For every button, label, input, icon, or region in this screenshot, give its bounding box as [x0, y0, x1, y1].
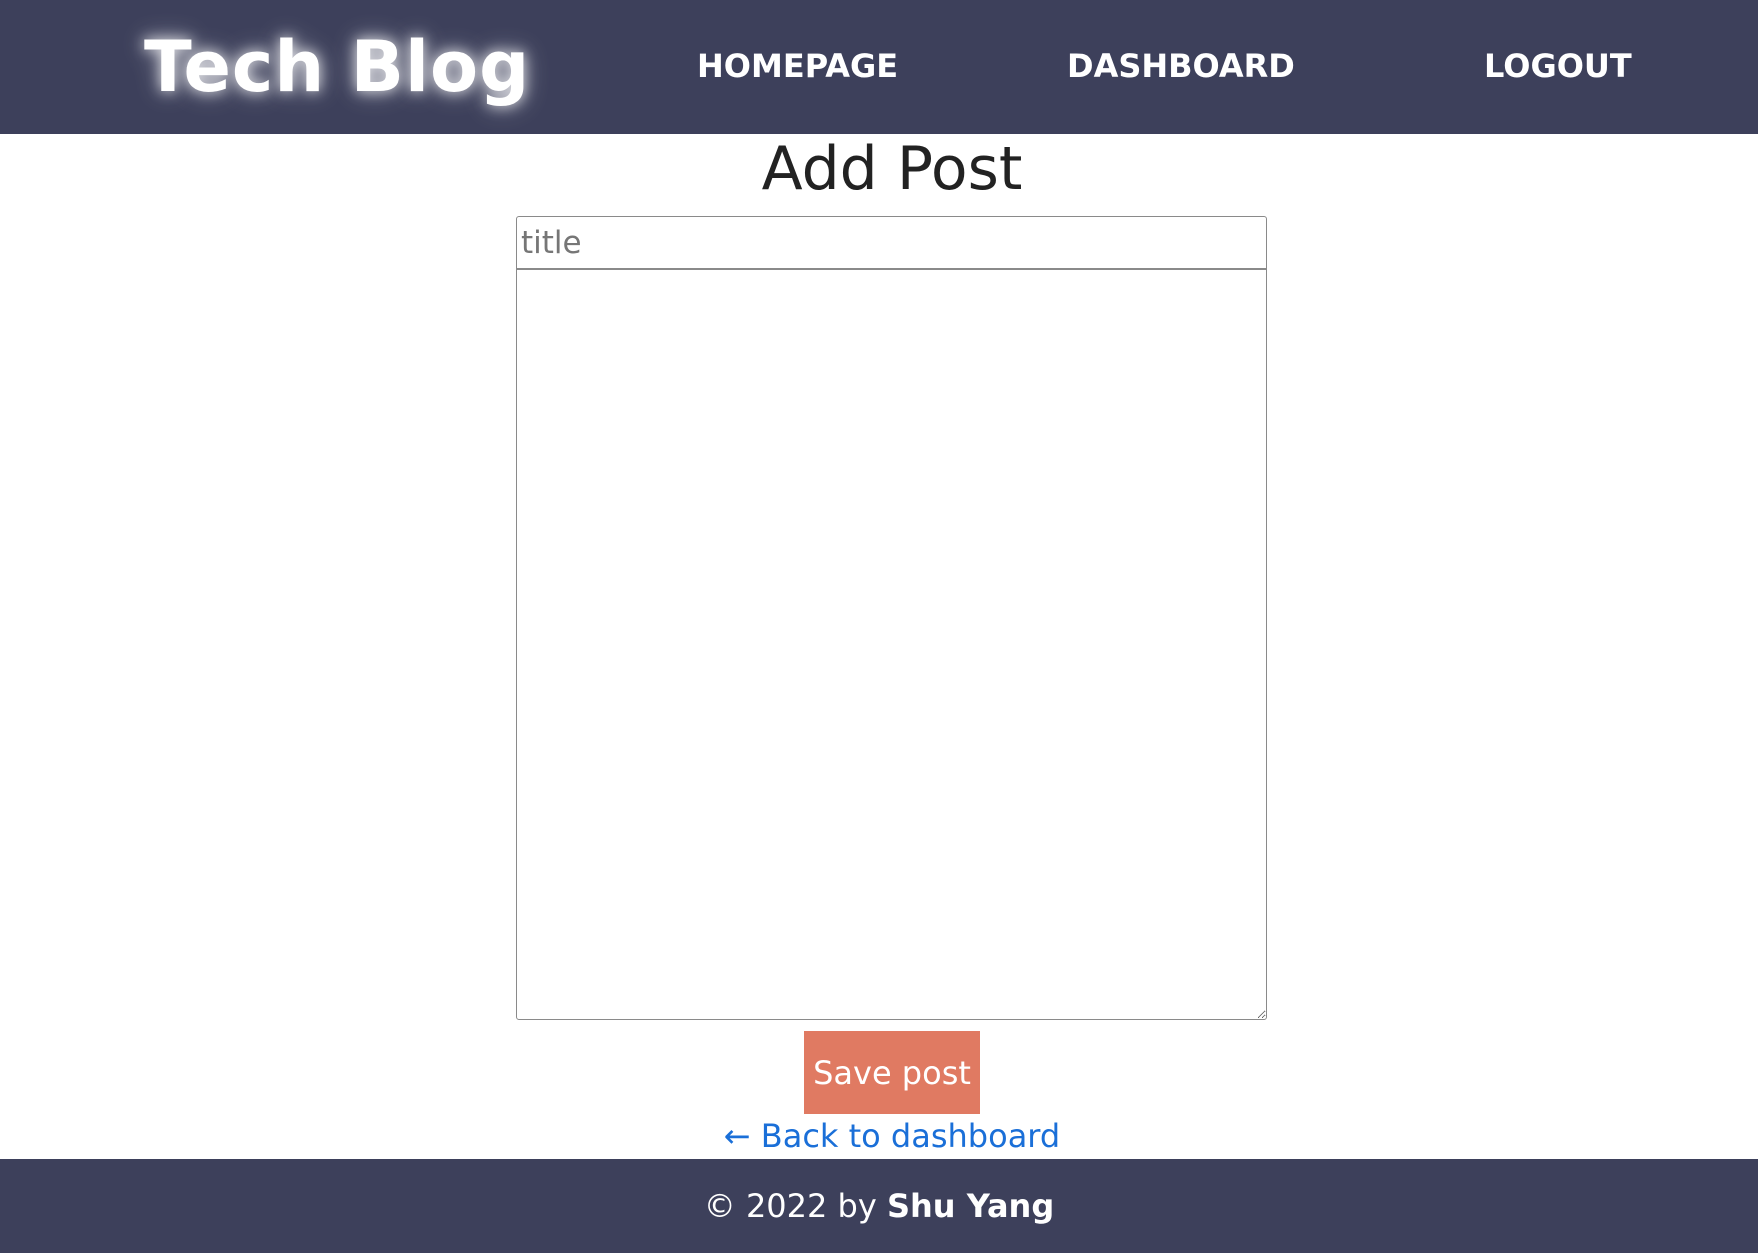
- footer-copyright: © 2022 by: [703, 1187, 887, 1225]
- nav-link-homepage[interactable]: HOMEPAGE: [697, 44, 898, 88]
- back-to-dashboard-link[interactable]: ← Back to dashboard: [0, 1115, 1758, 1157]
- post-body-textarea[interactable]: [516, 269, 1267, 1020]
- post-title-input[interactable]: [516, 216, 1267, 269]
- navbar: Tech Blog HOMEPAGE DASHBOARD LOGOUT: [0, 0, 1758, 134]
- save-post-button[interactable]: Save post: [804, 1031, 980, 1114]
- nav-link-logout[interactable]: LOGOUT: [1484, 44, 1632, 88]
- page-title: Add Post: [761, 134, 1023, 204]
- footer-author: Shu Yang: [886, 1187, 1055, 1225]
- add-post-form: [516, 216, 1267, 1020]
- nav-link-dashboard[interactable]: DASHBOARD: [1067, 44, 1295, 88]
- footer: © 2022 by Shu Yang: [0, 1159, 1758, 1253]
- site-brand[interactable]: Tech Blog: [144, 22, 530, 112]
